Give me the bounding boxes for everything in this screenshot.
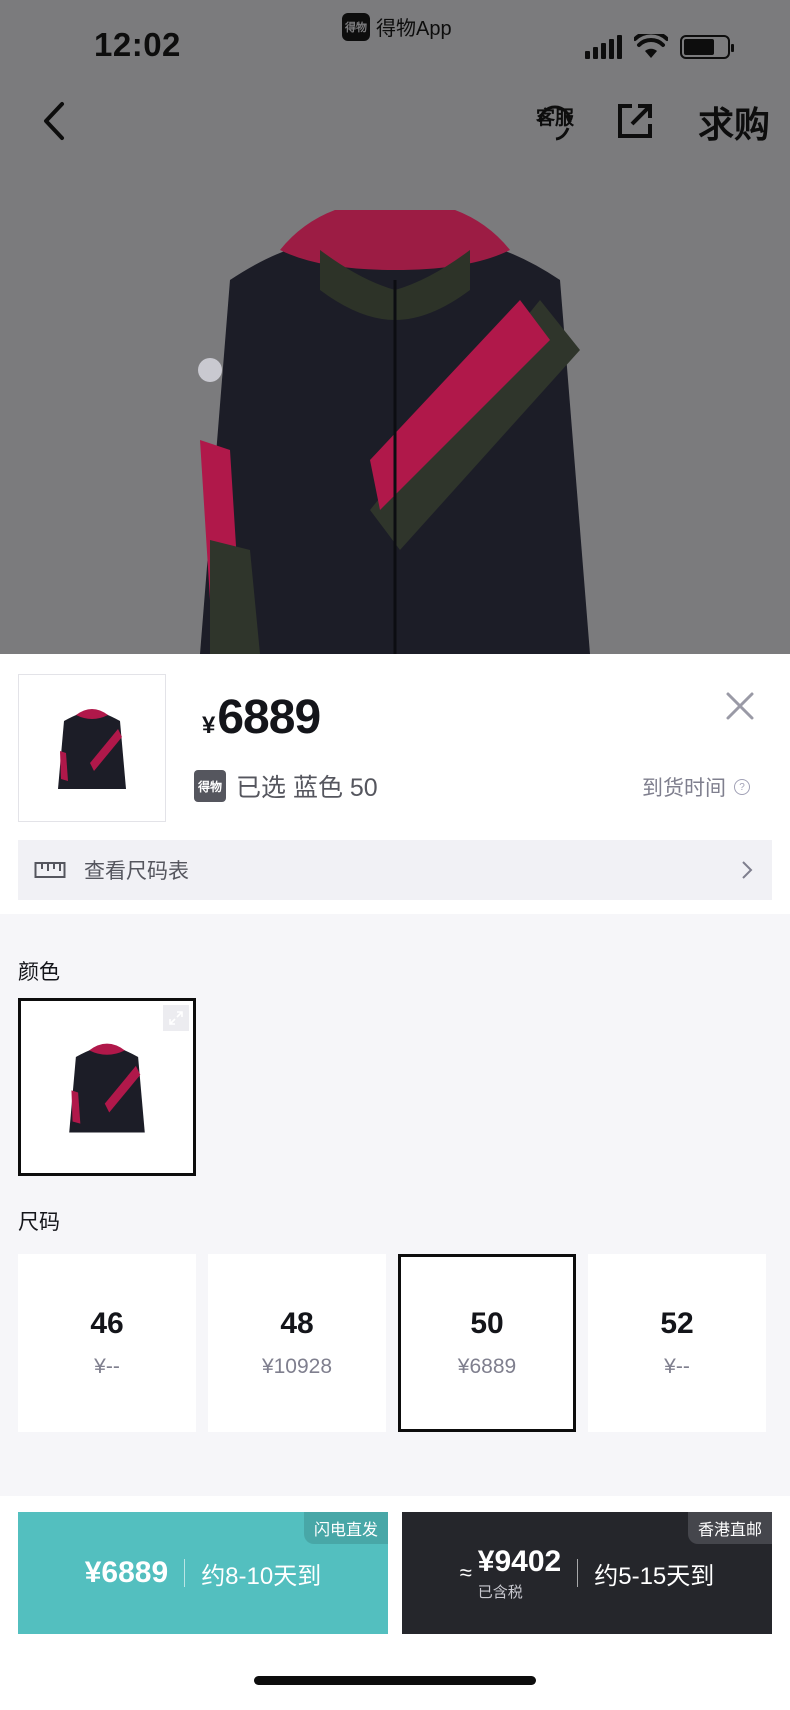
size-option-50[interactable]: 50 ¥6889: [398, 1254, 576, 1432]
back-icon[interactable]: [38, 100, 68, 142]
hk-direct-buy-button[interactable]: 香港直邮 ≈ ¥9402 已含税 约5-15天到: [402, 1512, 772, 1634]
currency-symbol: ¥: [202, 712, 216, 739]
app-indicator: 得物 得物App: [342, 12, 452, 41]
size-option-52[interactable]: 52 ¥--: [588, 1254, 766, 1432]
selected-price: ¥ 6889: [202, 690, 321, 745]
size-value: 48: [280, 1307, 314, 1340]
size-price: ¥--: [664, 1355, 690, 1378]
signal-icon: [585, 35, 622, 59]
expand-icon[interactable]: [163, 1005, 189, 1031]
size-price: ¥10928: [261, 1355, 333, 1378]
app-name: 得物App: [376, 18, 452, 40]
battery-icon: [680, 35, 734, 59]
top-nav: 客服 求购: [0, 92, 790, 152]
size-options: 46 ¥-- 48 ¥10928 50 ¥6889 52 ¥--: [18, 1254, 766, 1432]
flash-eta: 约8-10天到: [201, 1562, 322, 1590]
price-value: 6889: [217, 691, 321, 744]
arrival-time[interactable]: 到货时间 ?: [642, 772, 750, 802]
selected-sku-row: 得物 已选 蓝色 50: [194, 768, 378, 804]
hk-price-stack: ¥9402 已含税: [478, 1545, 561, 1602]
tax-included-label: 已含税: [477, 1583, 523, 1601]
size-value: 50: [470, 1307, 504, 1340]
arrival-label: 到货时间: [642, 777, 726, 800]
sku-selection-sheet: ¥ 6889 得物 已选 蓝色 50 到货时间 ? 查看尺码表 颜色 尺码 46…: [0, 654, 790, 1710]
app-logo-icon: 得物: [342, 12, 370, 41]
size-option-46[interactable]: 46 ¥--: [18, 1254, 196, 1432]
close-icon[interactable]: [724, 690, 756, 722]
size-option-48[interactable]: 48 ¥10928: [208, 1254, 386, 1432]
approx-symbol: ≈: [459, 1560, 472, 1585]
jacket-color-image: [69, 1043, 145, 1133]
size-price: ¥6889: [457, 1355, 517, 1378]
flash-delivery-tag: 闪电直发: [303, 1512, 388, 1544]
status-time: 12:02: [94, 26, 181, 63]
customer-service-button[interactable]: 客服: [534, 98, 576, 144]
wish-buy-button[interactable]: 求购: [698, 96, 770, 148]
color-section-label: 颜色: [18, 961, 60, 984]
jacket-image: [198, 210, 590, 654]
size-chart-label: 查看尺码表: [84, 860, 189, 883]
ruler-icon: [34, 862, 66, 878]
sheet-header: ¥ 6889 得物 已选 蓝色 50 到货时间 ? 查看尺码表: [0, 654, 790, 914]
status-bar: 12:02 得物 得物App: [0, 0, 790, 90]
size-chart-link[interactable]: 查看尺码表: [18, 840, 772, 900]
hk-direct-tag: 香港直邮: [687, 1512, 772, 1544]
hk-eta: 约5-15天到: [594, 1562, 715, 1590]
size-price: ¥--: [94, 1355, 120, 1378]
wifi-icon: [634, 34, 668, 58]
flash-delivery-buy-button[interactable]: 闪电直发 ¥6889 约8-10天到: [18, 1512, 388, 1634]
help-icon: ?: [734, 779, 750, 795]
size-value: 46: [90, 1307, 124, 1340]
hk-price: ¥9402: [477, 1544, 562, 1578]
size-section-label: 尺码: [18, 1211, 60, 1234]
dewu-badge-icon: 得物: [194, 770, 226, 802]
product-thumbnail: [18, 674, 166, 822]
color-option-blue[interactable]: [18, 998, 196, 1176]
headset-icon: [538, 105, 572, 141]
chevron-right-icon: [742, 861, 753, 879]
divider: [577, 1559, 579, 1587]
selected-sku-text: 已选 蓝色 50: [236, 774, 378, 802]
flash-price: ¥6889: [84, 1556, 169, 1589]
product-image-area: 12:02 得物 得物App 客服 求购: [0, 0, 790, 654]
divider: [184, 1559, 186, 1587]
jacket-thumbnail-image: [58, 709, 126, 789]
home-indicator: [254, 1676, 536, 1685]
system-icons: [585, 34, 734, 60]
share-icon[interactable]: [616, 102, 654, 140]
purchase-footer: 闪电直发 ¥6889 约8-10天到 香港直邮 ≈ ¥9402 已含税 约5-1…: [0, 1496, 790, 1710]
size-value: 52: [660, 1307, 694, 1340]
